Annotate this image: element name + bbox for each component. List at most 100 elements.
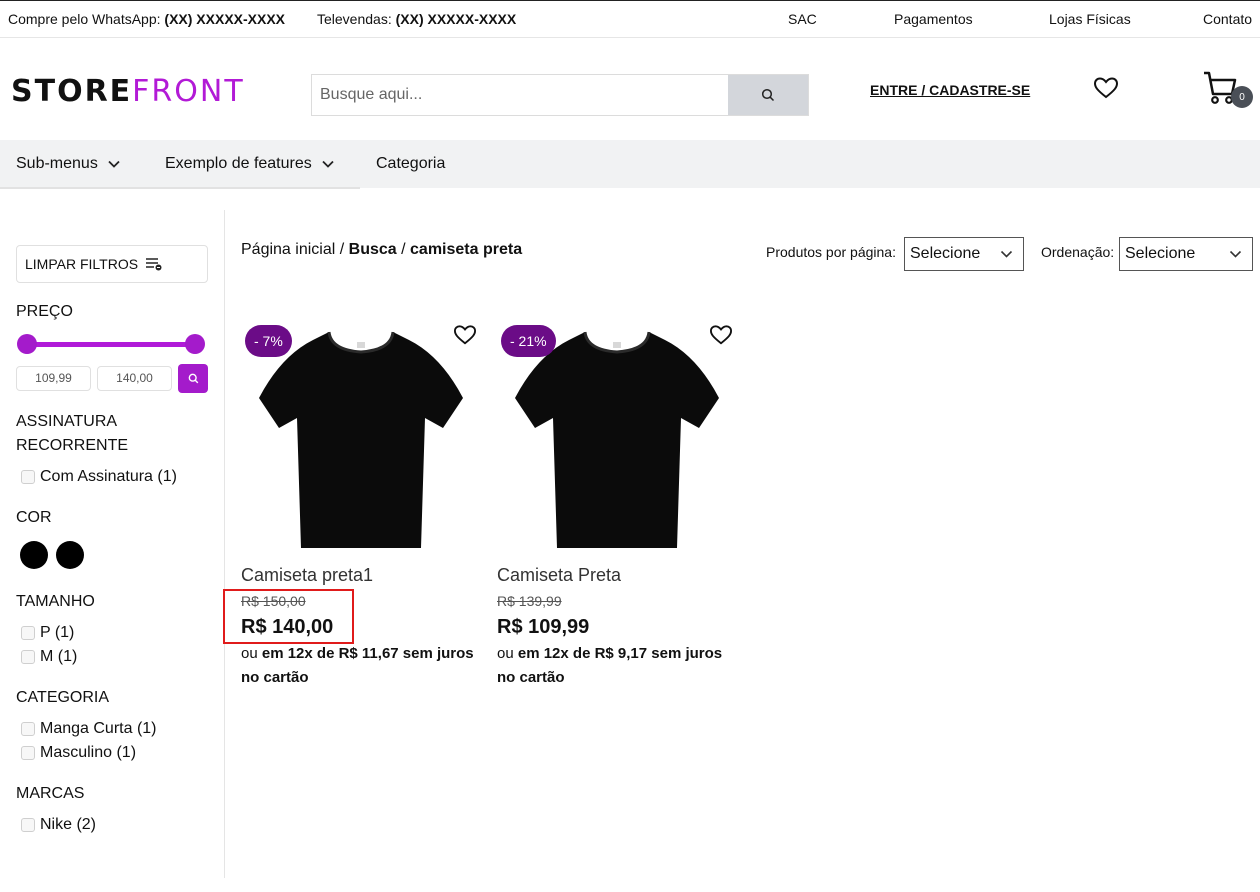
product-wishlist-button[interactable] <box>709 324 733 351</box>
installments-prefix: ou <box>497 645 514 662</box>
brand-filter-title: MARCAS <box>16 785 85 802</box>
logo-text-front: FRONT <box>132 74 245 109</box>
search-icon <box>761 88 775 102</box>
wishlist-button[interactable] <box>1093 76 1119 105</box>
televendas-label: Televendas: <box>317 11 392 27</box>
nav-label: Exemplo de features <box>165 155 312 172</box>
filter-option-label: M (1) <box>40 648 78 665</box>
filter-option-label: P (1) <box>40 624 75 641</box>
televendas-number: (XX) XXXXX-XXXX <box>395 11 517 27</box>
discount-badge: - 7% <box>245 325 292 357</box>
sort-label: Ordenação: <box>1041 244 1115 260</box>
search-bar <box>311 74 809 116</box>
per-page-value: Selecione <box>910 245 981 262</box>
checkbox[interactable] <box>21 650 35 664</box>
nav-underline <box>0 187 360 189</box>
price-min-input[interactable]: 109,99 <box>16 366 91 391</box>
checkbox[interactable] <box>21 470 35 484</box>
logo-text-store: STORE <box>11 74 133 109</box>
chevron-down-icon <box>1229 250 1242 258</box>
chevron-down-icon <box>322 160 334 168</box>
link-pagamentos[interactable]: Pagamentos <box>894 11 973 27</box>
whatsapp-info[interactable]: Compre pelo WhatsApp: (XX) XXXXX-XXXX <box>8 11 285 27</box>
breadcrumb-home[interactable]: Página inicial <box>241 241 335 258</box>
nav-label: Sub-menus <box>16 155 98 172</box>
breadcrumb-separator: / <box>401 241 406 258</box>
product-wishlist-button[interactable] <box>453 324 477 351</box>
whatsapp-label: Compre pelo WhatsApp: <box>8 11 161 27</box>
installments-text: em 12x de R$ 9,17 sem juros no cartão <box>497 645 723 686</box>
subscription-title-line2: RECORRENTE <box>16 437 129 454</box>
product-name[interactable]: Camiseta Preta <box>497 565 621 586</box>
filter-option-com-assinatura[interactable]: Com Assinatura (1) <box>21 468 177 486</box>
filter-option-label: Manga Curta (1) <box>40 720 157 737</box>
price-slider-min-handle[interactable] <box>17 334 37 354</box>
nav-item-categoria[interactable]: Categoria <box>376 155 445 173</box>
subscription-title-line1: ASSINATURA <box>16 413 118 430</box>
discount-badge: - 21% <box>501 325 556 357</box>
price-max-input[interactable]: 140,00 <box>97 366 172 391</box>
price-filter-title: PREÇO <box>16 303 73 320</box>
nav-item-exemplo-features[interactable]: Exemplo de features <box>165 155 334 173</box>
filter-option-manga-curta[interactable]: Manga Curta (1) <box>21 720 157 738</box>
color-swatch-black[interactable] <box>56 541 84 569</box>
sort-select[interactable]: Selecione <box>1119 237 1253 271</box>
main-nav: Sub-menus Exemplo de features Categoria <box>0 140 1260 188</box>
highlight-box <box>223 589 354 644</box>
installments-prefix: ou <box>241 645 258 662</box>
link-lojas-fisicas[interactable]: Lojas Físicas <box>1049 11 1131 27</box>
nav-item-sub-menus[interactable]: Sub-menus <box>16 155 120 173</box>
product-price: R$ 109,99 <box>497 616 590 638</box>
checkbox[interactable] <box>21 746 35 760</box>
filter-option-label: Nike (2) <box>40 816 97 833</box>
filter-option-label: Com Assinatura (1) <box>40 468 177 485</box>
price-slider-max-handle[interactable] <box>185 334 205 354</box>
product-old-price: R$ 139,99 <box>497 593 562 609</box>
product-name[interactable]: Camiseta preta1 <box>241 565 373 586</box>
breadcrumb-term: camiseta preta <box>410 241 523 258</box>
sidebar-divider <box>224 210 225 878</box>
product-installments: ou em 12x de R$ 11,67 sem juros no cartã… <box>241 642 481 690</box>
installments-text: em 12x de R$ 11,67 sem juros no cartão <box>241 645 474 686</box>
chevron-down-icon <box>108 160 120 168</box>
checkbox[interactable] <box>21 626 35 640</box>
cart-count-badge: 0 <box>1231 86 1253 108</box>
color-filter-title: COR <box>16 509 52 526</box>
color-swatch-black[interactable] <box>20 541 48 569</box>
filter-option-size-m[interactable]: M (1) <box>21 648 77 666</box>
product-installments: ou em 12x de R$ 9,17 sem juros no cartão <box>497 642 737 690</box>
filter-clear-icon <box>146 258 162 271</box>
nav-label: Categoria <box>376 155 446 172</box>
search-button[interactable] <box>728 75 808 115</box>
breadcrumb: Página inicial / Busca / camiseta preta <box>241 241 522 259</box>
price-apply-button[interactable] <box>178 364 208 393</box>
filter-option-label: Masculino (1) <box>40 744 137 761</box>
checkbox[interactable] <box>21 818 35 832</box>
login-link[interactable]: ENTRE / CADASTRE-SE <box>870 82 1030 98</box>
subscription-filter-title: ASSINATURA RECORRENTE <box>16 410 128 458</box>
per-page-select[interactable]: Selecione <box>904 237 1024 271</box>
televendas-info[interactable]: Televendas: (XX) XXXXX-XXXX <box>317 11 516 27</box>
link-contato[interactable]: Contato <box>1203 11 1252 27</box>
size-filter-title: TAMANHO <box>16 593 95 610</box>
chevron-down-icon <box>1000 250 1013 258</box>
breadcrumb-search[interactable]: Busca <box>349 241 397 258</box>
per-page-label: Produtos por página: <box>766 244 896 260</box>
heart-icon <box>1093 77 1119 99</box>
sort-value: Selecione <box>1125 245 1196 262</box>
top-bar: Compre pelo WhatsApp: (XX) XXXXX-XXXX Te… <box>0 0 1260 38</box>
filter-option-size-p[interactable]: P (1) <box>21 624 74 642</box>
checkbox[interactable] <box>21 722 35 736</box>
heart-icon <box>709 325 733 345</box>
price-slider-track[interactable] <box>25 342 195 347</box>
search-icon <box>188 373 198 384</box>
filter-option-nike[interactable]: Nike (2) <box>21 816 96 834</box>
clear-filters-button[interactable]: LIMPAR FILTROS <box>16 245 208 283</box>
link-sac[interactable]: SAC <box>788 11 817 27</box>
search-input[interactable] <box>312 75 729 115</box>
heart-icon <box>453 325 477 345</box>
whatsapp-number: (XX) XXXXX-XXXX <box>164 11 286 27</box>
store-logo[interactable]: STOREFRONT <box>11 74 245 109</box>
filter-option-masculino[interactable]: Masculino (1) <box>21 744 136 762</box>
category-filter-title: CATEGORIA <box>16 689 110 706</box>
